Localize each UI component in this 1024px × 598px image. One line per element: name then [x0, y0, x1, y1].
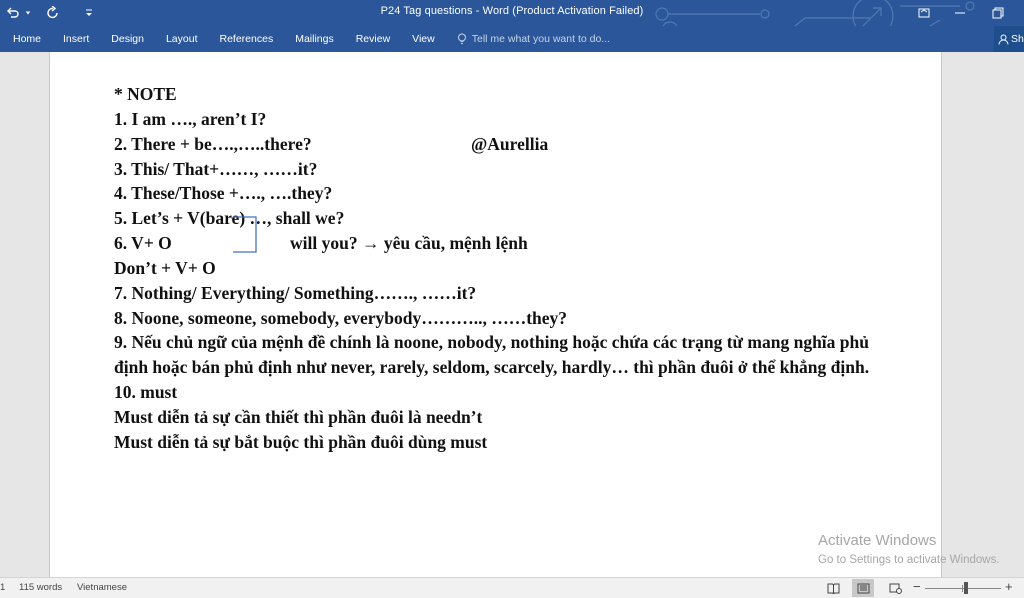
zoom-out-button[interactable]: −: [913, 580, 921, 594]
doc-line: 10. must: [114, 382, 178, 403]
web-layout-icon: [889, 583, 902, 594]
tab-view[interactable]: View: [412, 33, 435, 45]
customize-toolbar-button[interactable]: [78, 2, 100, 24]
lightbulb-icon: [457, 33, 466, 44]
doc-line-text: 6. V+ O: [114, 233, 172, 254]
author-tag: @Aurellia: [471, 133, 549, 154]
activate-title: Activate Windows: [818, 532, 937, 549]
doc-line-2: 2. There + be….,…..there? @Aurellia: [114, 132, 934, 157]
zoom-slider-thumb[interactable]: [964, 582, 968, 594]
tell-me-search[interactable]: Tell me what you want to do...: [457, 33, 610, 45]
doc-line: Must diễn tả sự bắt buộc thì phần đuôi d…: [114, 431, 488, 452]
restore-button[interactable]: [979, 0, 1017, 26]
language-indicator[interactable]: Vietnamese: [77, 582, 127, 593]
doc-line: 7. Nothing/ Everything/ Something……., ………: [114, 282, 477, 303]
undo-button[interactable]: [2, 2, 24, 24]
status-bar: 1 115 words Vietnamese − +: [0, 577, 1024, 598]
document-page[interactable]: * NOTE 1. I am …., aren’t I? 2. There + …: [49, 52, 942, 577]
minimize-icon: [955, 12, 965, 14]
quick-access-toolbar: [0, 0, 100, 26]
bracket-shape[interactable]: [232, 216, 260, 254]
zoom-in-button[interactable]: +: [1005, 580, 1013, 594]
tab-mailings[interactable]: Mailings: [295, 33, 334, 45]
will-you-note: will you? → yêu cầu, mệnh lệnh: [290, 233, 528, 254]
doc-line-text: 2. There + be….,…..there?: [114, 133, 312, 154]
customize-icon: [86, 9, 92, 16]
read-mode-button[interactable]: [822, 579, 844, 597]
ribbon-display-icon: [918, 8, 930, 18]
person-icon: [998, 34, 1009, 45]
tab-home[interactable]: Home: [13, 33, 41, 45]
activate-windows-watermark: Activate Windows Go to Settings to activ…: [818, 532, 1000, 568]
page-indicator[interactable]: 1: [0, 582, 5, 593]
doc-line: * NOTE: [114, 84, 177, 104]
book-icon: [827, 583, 839, 594]
zoom-slider-tick: [962, 585, 963, 592]
share-button[interactable]: Sh: [994, 26, 1024, 52]
title-bar: P24 Tag questions - Word (Product Activa…: [0, 0, 1024, 45]
redo-button[interactable]: [42, 2, 64, 24]
ribbon-tab-bar: Home Insert Design Layout References Mai…: [0, 26, 1024, 52]
doc-line: Must diễn tả sự cần thiết thì phần đuôi …: [114, 406, 483, 427]
word-count[interactable]: 115 words: [19, 582, 62, 593]
document-body[interactable]: * NOTE 1. I am …., aren’t I? 2. There + …: [114, 82, 934, 455]
doc-line: định hoặc bán phủ định như never, rarely…: [114, 357, 870, 378]
zoom-slider-track[interactable]: [925, 588, 1001, 589]
tab-design[interactable]: Design: [111, 33, 144, 45]
tab-references[interactable]: References: [220, 33, 274, 45]
doc-line: 3. This/ That+……, ……it?: [114, 158, 318, 179]
tell-me-placeholder: Tell me what you want to do...: [471, 33, 611, 45]
tab-layout[interactable]: Layout: [166, 33, 198, 45]
doc-line: 9. Nếu chủ ngữ của mệnh đề chính là noon…: [114, 332, 869, 353]
tab-insert[interactable]: Insert: [63, 33, 89, 45]
undo-dropdown-icon[interactable]: [24, 2, 32, 24]
doc-line: Don’t + V+ O: [114, 257, 216, 278]
ribbon-display-options-button[interactable]: [905, 0, 943, 26]
doc-line: 1. I am …., aren’t I?: [114, 108, 267, 129]
doc-line: 4. These/Those +…., ….they?: [114, 183, 333, 204]
document-canvas: * NOTE 1. I am …., aren’t I? 2. There + …: [0, 52, 1024, 577]
web-layout-button[interactable]: [884, 579, 906, 597]
activate-subtitle: Go to Settings to activate Windows.: [818, 554, 1000, 566]
restore-icon: [992, 7, 1004, 19]
redo-icon: [47, 6, 58, 19]
print-layout-button[interactable]: [852, 579, 874, 597]
tab-review[interactable]: Review: [356, 33, 390, 45]
share-label: Sh: [1011, 33, 1024, 45]
undo-icon: [7, 7, 19, 18]
minimize-button[interactable]: [941, 0, 979, 26]
ribbon-tabs: Home Insert Design Layout References Mai…: [0, 26, 610, 52]
doc-line: 8. Noone, someone, somebody, everybody………: [114, 307, 568, 328]
page-layout-icon: [857, 583, 869, 593]
